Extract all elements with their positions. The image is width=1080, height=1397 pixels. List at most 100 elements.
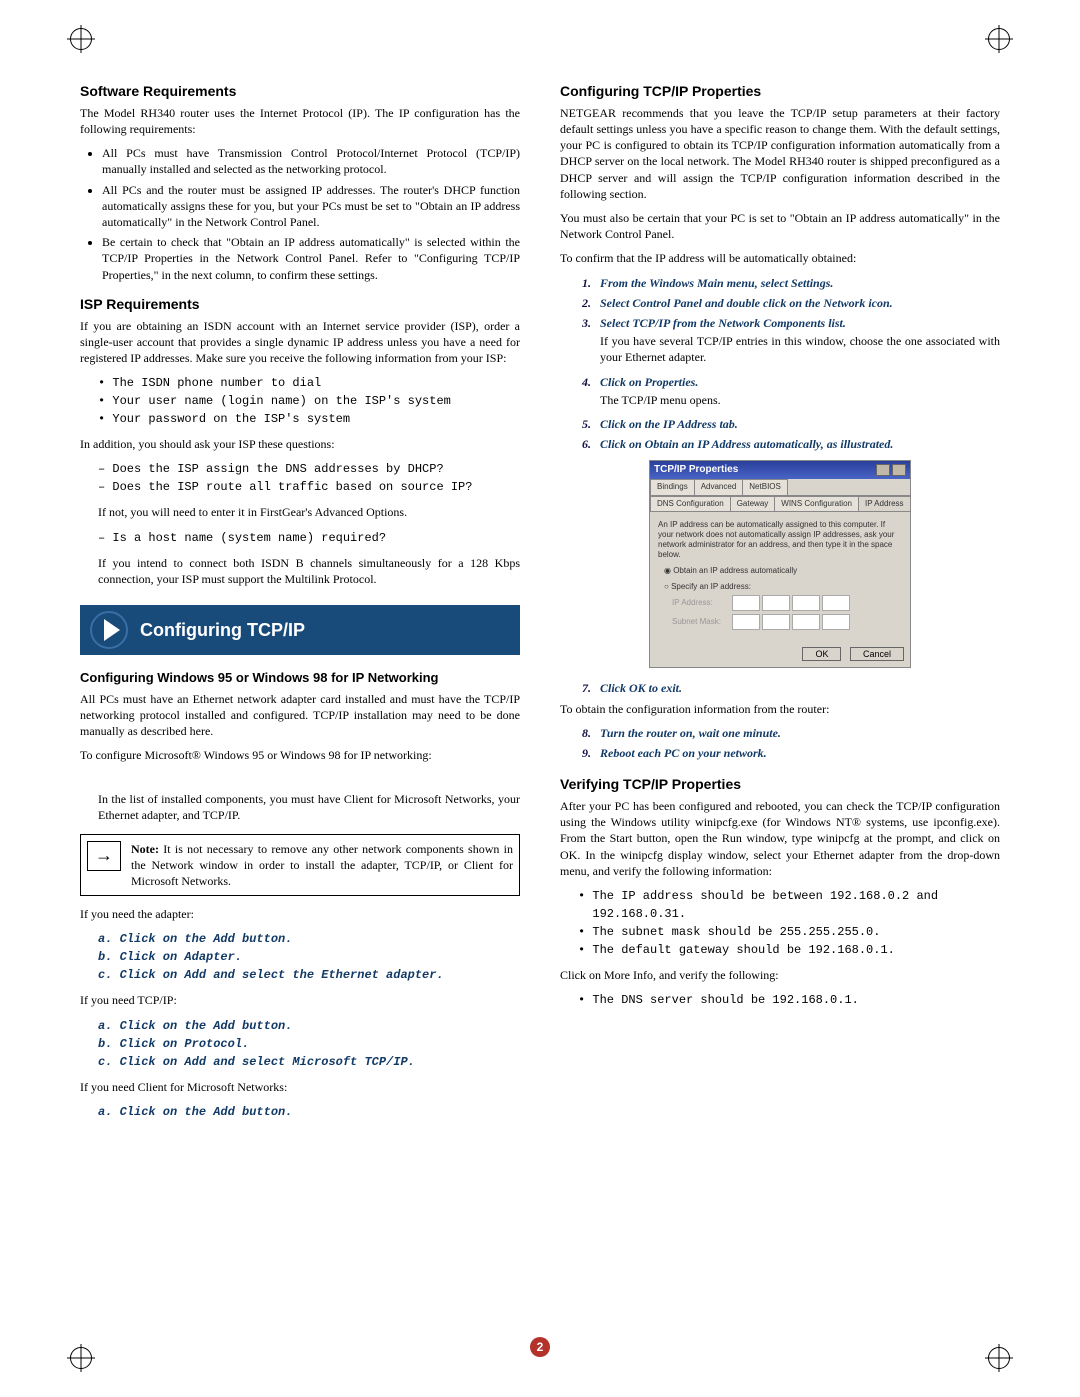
step-number: 2.: [582, 295, 600, 311]
isp-questions-block: – Does the ISP assign the DNS addresses …: [98, 460, 520, 496]
client-steps: a. Click on the Add button.: [98, 1103, 520, 1121]
step-text: Turn the router on, wait one minute.: [600, 726, 781, 740]
tabs-row-1: Bindings Advanced NetBIOS: [650, 479, 910, 496]
step-1: 1.From the Windows Main menu, select Set…: [582, 275, 1000, 291]
left-column: Software Requirements The Model RH340 ro…: [80, 70, 520, 1129]
need-adapter: If you need the adapter:: [80, 906, 520, 922]
isp-host-block: – Is a host name (system name) required?: [98, 529, 520, 547]
step-4: 4.Click on Properties.: [582, 374, 1000, 390]
obtain-conf: To obtain the configuration information …: [560, 701, 1000, 717]
page-number-badge: 2: [530, 1337, 550, 1357]
bullet-item: Be certain to check that "Obtain an IP a…: [102, 234, 520, 283]
tab-dns[interactable]: DNS Configuration: [650, 496, 731, 512]
step-7: 7.Click OK to exit.: [582, 680, 1000, 696]
right-column: Configuring TCP/IP Properties NETGEAR re…: [560, 70, 1000, 1129]
netgear-recommends: NETGEAR recommends that you leave the TC…: [560, 105, 1000, 202]
step-number: 3.: [582, 315, 600, 331]
registration-mark-icon: [70, 28, 92, 50]
verify-paragraph: After your PC has been configured and re…: [560, 798, 1000, 879]
arrow-right-icon: →: [87, 841, 121, 871]
adapter-steps: a. Click on the Add button. b. Click on …: [98, 930, 520, 984]
step-number: 1.: [582, 275, 600, 291]
subnet-row: Subnet Mask:: [672, 614, 902, 630]
tab-ipaddress[interactable]: IP Address: [858, 496, 911, 512]
step-9: 9.Reboot each PC on your network.: [582, 745, 1000, 761]
step-text: Click on Properties.: [600, 375, 698, 389]
close-icon[interactable]: [892, 464, 906, 476]
installed-list-paragraph: In the list of installed components, you…: [98, 791, 520, 823]
step-2: 2.Select Control Panel and double click …: [582, 295, 1000, 311]
registration-mark-icon: [988, 28, 1010, 50]
radio-label: Specify an IP address:: [671, 582, 751, 591]
isp-multilink: If you intend to connect both ISDN B cha…: [98, 555, 520, 587]
ok-button[interactable]: OK: [802, 647, 841, 661]
step-number: 9.: [582, 745, 600, 761]
tab-bindings[interactable]: Bindings: [650, 479, 695, 495]
step-8: 8.Turn the router on, wait one minute.: [582, 725, 1000, 741]
two-column-layout: Software Requirements The Model RH340 ro…: [80, 70, 1000, 1129]
play-circle-icon: [90, 611, 128, 649]
note-text: Note: It is not necessary to remove any …: [131, 841, 513, 890]
subheading-win9598: Configuring Windows 95 or Windows 98 for…: [80, 669, 520, 687]
need-tcpip: If you need TCP/IP:: [80, 992, 520, 1008]
step-number: 8.: [582, 725, 600, 741]
cancel-button[interactable]: Cancel: [850, 647, 904, 661]
step-text: Click on the IP Address tab.: [600, 417, 738, 431]
bullet-item: All PCs must have Transmission Control P…: [102, 145, 520, 177]
heading-conf-tcpip: Configuring TCP/IP Properties: [560, 82, 1000, 101]
step-4-body: The TCP/IP menu opens.: [600, 392, 1000, 408]
ip-label: IP Address:: [672, 598, 732, 608]
step-number: 4.: [582, 374, 600, 390]
radio-specify[interactable]: ○ Specify an IP address:: [664, 582, 902, 592]
step-6: 6.Click on Obtain an IP Address automati…: [582, 436, 1000, 452]
software-bullets: All PCs must have Transmission Control P…: [102, 145, 520, 283]
window-buttons-row: OK Cancel: [650, 641, 910, 667]
window-titlebar: TCP/IP Properties: [650, 461, 910, 479]
tabs-row-2: DNS Configuration Gateway WINS Configura…: [650, 496, 910, 513]
registration-mark-icon: [988, 1347, 1010, 1369]
isp-enter-note: If not, you will need to enter it in Fir…: [98, 504, 520, 520]
subnet-input[interactable]: [732, 614, 850, 630]
ip-address-row: IP Address:: [672, 595, 902, 611]
verify-block: • The IP address should be between 192.1…: [578, 887, 1000, 959]
step-3: 3.Select TCP/IP from the Network Compone…: [582, 315, 1000, 331]
step-text: Click on Obtain an IP Address automatica…: [600, 437, 893, 451]
isp-info-block: • The ISDN phone number to dial • Your u…: [98, 374, 520, 428]
page: Software Requirements The Model RH340 ro…: [0, 0, 1080, 1397]
tab-gateway[interactable]: Gateway: [730, 496, 776, 512]
tab-advanced[interactable]: Advanced: [694, 479, 744, 495]
radio-obtain-auto[interactable]: ◉ Obtain an IP address automatically: [664, 566, 902, 576]
need-client: If you need Client for Microsoft Network…: [80, 1079, 520, 1095]
window-title: TCP/IP Properties: [654, 463, 738, 477]
help-icon[interactable]: [876, 464, 890, 476]
to-confirm: To confirm that the IP address will be a…: [560, 250, 1000, 266]
allpcs-paragraph: All PCs must have an Ethernet network ad…: [80, 691, 520, 740]
heading-software-req: Software Requirements: [80, 82, 520, 101]
step-text: Reboot each PC on your network.: [600, 746, 767, 760]
tcpip-properties-window: TCP/IP Properties Bindings Advanced NetB…: [649, 460, 911, 668]
isp-addition: In addition, you should ask your ISP the…: [80, 436, 520, 452]
tab-netbios[interactable]: NetBIOS: [742, 479, 788, 495]
tab-wins[interactable]: WINS Configuration: [774, 496, 859, 512]
more-info-block: • The DNS server should be 192.168.0.1.: [578, 991, 1000, 1009]
configure-ms-paragraph: To configure Microsoft® Windows 95 or Wi…: [80, 747, 520, 763]
step-3-body: If you have several TCP/IP entries in th…: [600, 333, 1000, 365]
step-5: 5.Click on the IP Address tab.: [582, 416, 1000, 432]
more-info: Click on More Info, and verify the follo…: [560, 967, 1000, 983]
ip-input[interactable]: [732, 595, 850, 611]
tcpip-steps: a. Click on the Add button. b. Click on …: [98, 1017, 520, 1071]
step-number: 5.: [582, 416, 600, 432]
step-number: 7.: [582, 680, 600, 696]
step-text: Select Control Panel and double click on…: [600, 296, 893, 310]
step-text: Click OK to exit.: [600, 681, 682, 695]
note-box: → Note: It is not necessary to remove an…: [80, 834, 520, 897]
isp-intro: If you are obtaining an ISDN account wit…: [80, 318, 520, 367]
banner-title: Configuring TCP/IP: [140, 618, 305, 642]
step-text: From the Windows Main menu, select Setti…: [600, 276, 833, 290]
bullet-item: All PCs and the router must be assigned …: [102, 182, 520, 231]
note-label: Note:: [131, 842, 159, 856]
step-text: Select TCP/IP from the Network Component…: [600, 316, 846, 330]
heading-verify: Verifying TCP/IP Properties: [560, 775, 1000, 794]
section-banner: Configuring TCP/IP: [80, 605, 520, 655]
software-intro: The Model RH340 router uses the Internet…: [80, 105, 520, 137]
